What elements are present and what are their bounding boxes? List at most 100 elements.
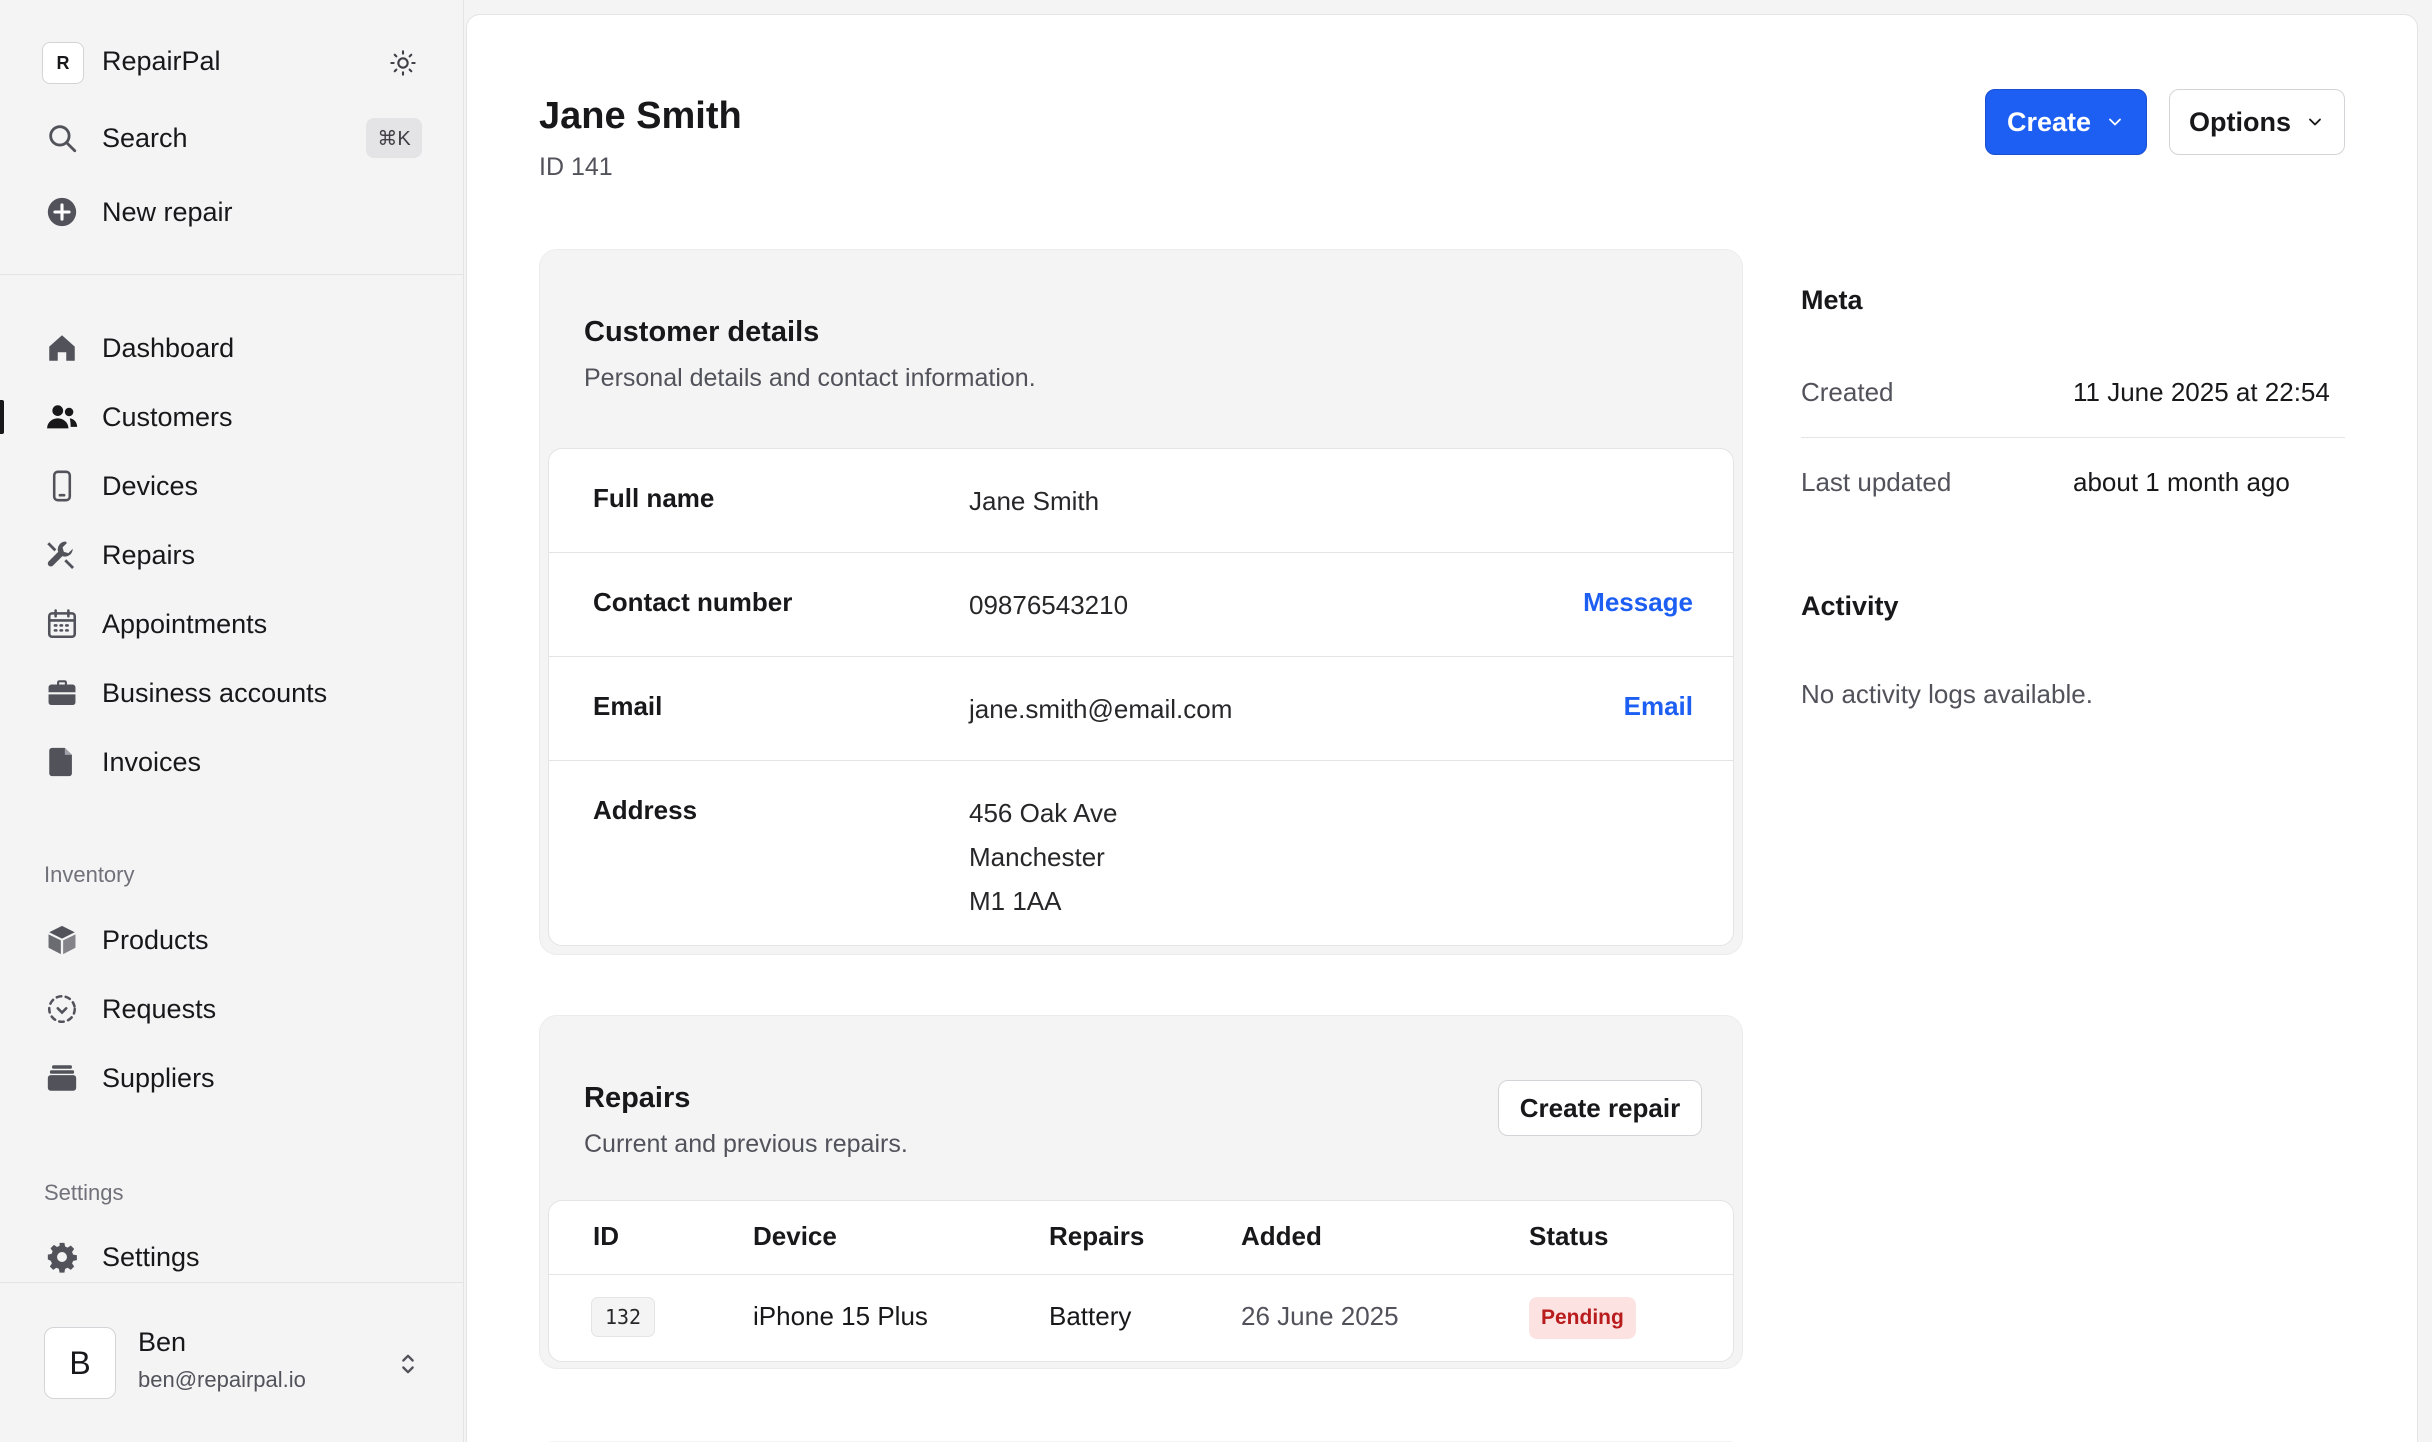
repair-id-badge: 132 <box>591 1297 655 1337</box>
create-button[interactable]: Create <box>1985 89 2147 155</box>
user-email: ben@repairpal.io <box>138 1367 306 1392</box>
detail-key: Email <box>593 691 663 721</box>
sidebar-item-devices[interactable]: Devices <box>0 458 464 514</box>
plus-circle-icon <box>44 194 80 230</box>
sidebar-divider <box>0 274 464 275</box>
avatar: B <box>44 1327 116 1399</box>
sidebar: R RepairPal Search ⌘K New repair Dashboa… <box>0 0 464 1442</box>
options-button[interactable]: Options <box>2169 89 2345 155</box>
create-button-label: Create <box>2006 106 2092 137</box>
sidebar-item-label: Products <box>102 924 209 955</box>
chevron-up-down-icon[interactable] <box>394 1347 422 1381</box>
detail-value: 09876543210 <box>969 590 1129 620</box>
document-icon <box>44 744 80 780</box>
sidebar-item-label: Requests <box>102 993 217 1024</box>
sidebar-item-label: Invoices <box>102 746 202 777</box>
customer-details-card: Customer details Personal details and co… <box>539 249 1743 955</box>
main-panel: Jane Smith ID 141 Create Options Custome… <box>466 14 2418 1442</box>
activity-heading: Activity <box>1801 591 1899 621</box>
sun-icon <box>390 50 416 76</box>
settings-heading: Settings <box>44 1180 124 1205</box>
customer-details-subtitle: Personal details and contact information… <box>584 364 1036 392</box>
address-value: 456 Oak Ave Manchester M1 1AA <box>969 791 1117 923</box>
repairs-table: ID Device Repairs Added Status 132 iPhon… <box>548 1200 1734 1362</box>
sidebar-item-label: Appointments <box>102 608 268 639</box>
last-updated-label: Last updated <box>1801 467 1952 497</box>
sidebar-item-business-accounts[interactable]: Business accounts <box>0 665 464 721</box>
search-label: Search <box>102 122 188 153</box>
inventory-heading: Inventory <box>44 862 135 887</box>
detail-row-full-name: Full name Jane Smith <box>549 449 1733 553</box>
sidebar-item-repairs[interactable]: Repairs <box>0 527 464 583</box>
users-icon <box>44 399 80 435</box>
calendar-icon <box>44 606 80 642</box>
detail-key: Contact number <box>593 587 793 617</box>
chevron-down-icon <box>2109 118 2121 126</box>
page-title: Jane Smith <box>539 95 742 137</box>
repairs-card: Repairs Current and previous repairs. Cr… <box>539 1015 1743 1369</box>
address-line: Manchester <box>969 842 1105 872</box>
cube-icon <box>44 922 80 958</box>
app-name[interactable]: RepairPal <box>102 46 221 77</box>
sidebar-item-settings[interactable]: Settings <box>0 1229 464 1285</box>
chevron-down-icon <box>2309 118 2321 126</box>
activity-empty-text: No activity logs available. <box>1801 679 2093 709</box>
user-name: Ben <box>138 1327 187 1357</box>
customer-details-list: Full name Jane Smith Contact number 0987… <box>548 448 1734 946</box>
sidebar-item-products[interactable]: Products <box>0 912 464 968</box>
create-repair-button[interactable]: Create repair <box>1498 1080 1702 1136</box>
detail-value: Jane Smith <box>969 486 1100 516</box>
repair-type: Battery <box>1049 1301 1132 1331</box>
sidebar-item-suppliers[interactable]: Suppliers <box>0 1050 464 1106</box>
customer-details-title: Customer details <box>584 316 820 348</box>
sidebar-item-label: Suppliers <box>102 1062 215 1093</box>
repairs-title: Repairs <box>584 1082 691 1114</box>
home-icon <box>44 330 80 366</box>
options-button-label: Options <box>2189 106 2291 137</box>
last-updated-value: about 1 month ago <box>2073 467 2290 497</box>
sidebar-item-label: Devices <box>102 470 199 501</box>
search-shortcut-badge: ⌘K <box>366 118 422 158</box>
created-value: 11 June 2025 at 22:54 <box>2073 377 2330 407</box>
repairs-subtitle: Current and previous repairs. <box>584 1130 908 1158</box>
search-icon <box>44 120 80 156</box>
sidebar-item-invoices[interactable]: Invoices <box>0 734 464 790</box>
sidebar-item-label: Dashboard <box>102 332 235 363</box>
stack-icon <box>44 1060 80 1096</box>
sidebar-item-label: Business accounts <box>102 677 328 708</box>
email-link[interactable]: Email <box>1624 691 1693 722</box>
sidebar-item-label: Customers <box>102 401 233 432</box>
table-row[interactable]: 132 iPhone 15 Plus Battery 26 June 2025 … <box>549 1201 1733 1361</box>
meta-divider <box>1801 437 2345 438</box>
detail-row-contact-number: Contact number 09876543210 Message <box>549 553 1733 657</box>
app-logo[interactable]: R <box>42 42 84 84</box>
gear-icon <box>44 1239 80 1275</box>
user-menu[interactable]: B Ben ben@repairpal.io <box>0 1282 464 1442</box>
sidebar-item-label: Settings <box>102 1241 200 1272</box>
detail-row-email: Email jane.smith@email.com Email <box>549 657 1733 761</box>
repair-device: iPhone 15 Plus <box>753 1301 928 1331</box>
sidebar-item-dashboard[interactable]: Dashboard <box>0 320 464 376</box>
sidebar-item-customers[interactable]: Customers <box>0 389 464 445</box>
detail-value: jane.smith@email.com <box>969 694 1233 724</box>
dashed-circle-icon <box>44 991 80 1027</box>
repair-added-date: 26 June 2025 <box>1241 1301 1399 1331</box>
sidebar-item-requests[interactable]: Requests <box>0 981 464 1037</box>
message-link[interactable]: Message <box>1583 587 1693 618</box>
detail-row-address: Address 456 Oak Ave Manchester M1 1AA <box>549 761 1733 945</box>
theme-toggle-button[interactable] <box>384 44 422 82</box>
wrench-icon <box>44 537 80 573</box>
sidebar-item-appointments[interactable]: Appointments <box>0 596 464 652</box>
detail-key: Full name <box>593 483 715 513</box>
detail-key: Address <box>593 795 698 825</box>
briefcase-icon <box>44 675 80 711</box>
new-repair-label: New repair <box>102 196 233 227</box>
customer-id: ID 141 <box>539 153 613 181</box>
sidebar-item-label: Repairs <box>102 539 196 570</box>
created-label: Created <box>1801 377 1894 407</box>
address-line: M1 1AA <box>969 886 1062 916</box>
meta-heading: Meta <box>1801 285 1863 315</box>
new-repair-button[interactable]: New repair <box>0 184 464 240</box>
phone-icon <box>44 468 80 504</box>
address-line: 456 Oak Ave <box>969 798 1118 828</box>
